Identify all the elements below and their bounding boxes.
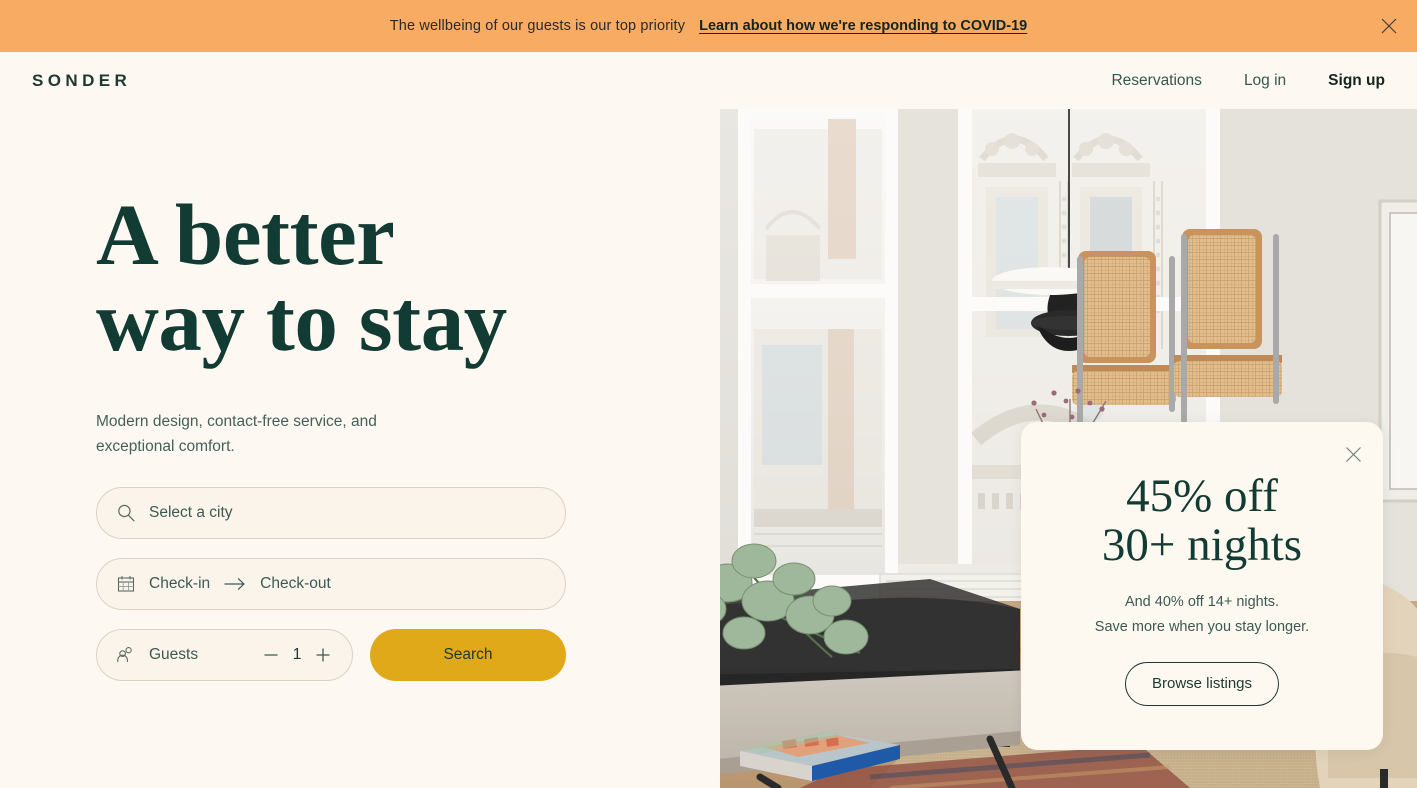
close-icon	[1345, 446, 1361, 462]
city-placeholder: Select a city	[149, 504, 233, 521]
checkin-placeholder: Check-in	[149, 575, 211, 592]
city-search-field[interactable]: Select a city	[96, 487, 566, 539]
checkout-placeholder: Check-out	[260, 575, 331, 592]
search-icon	[115, 502, 137, 524]
guests-decrement-button[interactable]	[256, 640, 286, 670]
promo-body-text: And 40% off 14+ nights. Save more when y…	[1094, 594, 1310, 635]
dates-field[interactable]: Check-in Check-out	[96, 558, 566, 610]
plus-icon	[316, 648, 330, 662]
nav-link-reservations[interactable]: Reservations	[1111, 72, 1201, 90]
guests-field[interactable]: Guests 1	[96, 629, 353, 681]
sonder-logo[interactable]: SONDER	[32, 71, 131, 91]
guests-stepper: 1	[256, 640, 352, 670]
search-button[interactable]: Search	[370, 629, 566, 681]
guests-label: Guests	[149, 646, 199, 663]
promo-heading: 45% off 30+ nights	[1101, 470, 1303, 572]
promo-modal: 45% off 30+ nights And 40% off 14+ night…	[1021, 422, 1383, 750]
browse-listings-button[interactable]: Browse listings	[1124, 662, 1280, 706]
nav-link-login[interactable]: Log in	[1244, 72, 1286, 90]
covid-banner-link[interactable]: Learn about how we're responding to COVI…	[699, 18, 1027, 34]
hero-content: A better way to stay Modern design, cont…	[0, 109, 720, 788]
hero-subheading: Modern design, contact-free service, and…	[96, 413, 377, 456]
covid-banner: The wellbeing of our guests is our top p…	[0, 0, 1417, 52]
site-header: SONDER Reservations Log in Sign up	[0, 52, 1417, 109]
guests-increment-button[interactable]	[308, 640, 338, 670]
covid-banner-message: The wellbeing of our guests is our top p…	[389, 18, 686, 34]
page-title: A better way to stay	[96, 186, 507, 370]
promo-close-button[interactable]	[1339, 440, 1367, 468]
calendar-icon	[115, 573, 137, 595]
covid-banner-close-button[interactable]	[1371, 8, 1407, 44]
guests-icon	[115, 644, 137, 666]
primary-nav: Reservations Log in Sign up	[1111, 72, 1385, 90]
guests-count: 1	[292, 646, 302, 663]
arrow-right-icon	[224, 577, 246, 591]
minus-icon	[264, 654, 278, 656]
nav-link-signup[interactable]: Sign up	[1328, 72, 1385, 90]
close-icon	[1381, 18, 1397, 34]
